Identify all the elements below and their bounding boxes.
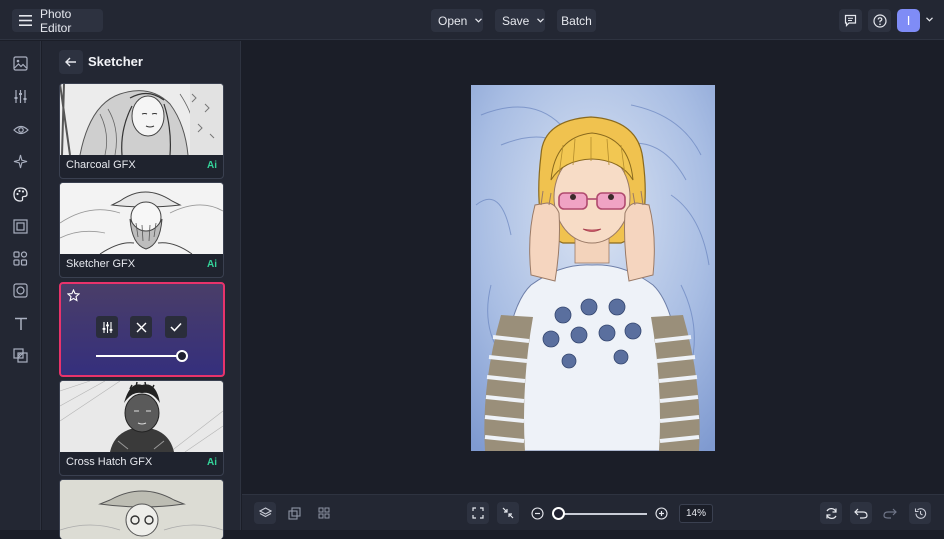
help-button[interactable] [868, 9, 891, 32]
undo-icon [854, 508, 868, 519]
panel-title: Sketcher [88, 54, 143, 69]
rail-item-adjustments[interactable] [12, 88, 29, 105]
actual-size-button[interactable] [497, 502, 519, 524]
expand-icon [472, 507, 484, 519]
rail-item-artsy[interactable] [12, 186, 29, 203]
apply-effect-button[interactable] [165, 316, 187, 338]
rail-item-borders[interactable] [12, 282, 29, 299]
effect-card-charcoal[interactable]: Charcoal GFX Ai [59, 83, 224, 179]
rail-item-textures[interactable] [12, 347, 29, 364]
rail-item-frames[interactable] [12, 218, 29, 235]
graphics-icon [13, 251, 28, 266]
rail-item-text[interactable] [12, 315, 29, 332]
open-button[interactable]: Open [431, 9, 483, 32]
help-icon [872, 13, 887, 28]
refresh-icon [825, 507, 837, 519]
effect-card-sketcher[interactable]: Sketcher GFX Ai [59, 182, 224, 278]
effect-thumbnail [60, 381, 223, 452]
effect-label: Sketcher GFX [66, 258, 136, 270]
save-label: Save [502, 13, 530, 28]
save-button[interactable]: Save [495, 9, 545, 32]
undo-button[interactable] [850, 502, 872, 524]
open-label: Open [438, 13, 468, 28]
redo-icon [883, 508, 897, 519]
history-icon [914, 507, 926, 519]
artsy-palette-icon [13, 187, 28, 202]
zoom-out-icon [530, 506, 544, 520]
shrink-icon [502, 507, 514, 519]
rail-item-effects[interactable] [12, 153, 29, 170]
back-button[interactable] [59, 50, 83, 74]
intensity-slider-handle[interactable] [176, 350, 188, 362]
tool-rail [0, 41, 41, 530]
chevron-down-icon [475, 18, 483, 23]
zoom-slider-handle[interactable] [552, 507, 565, 520]
ai-badge: Ai [207, 259, 217, 270]
zoom-in-icon [654, 506, 668, 520]
star-icon[interactable] [67, 289, 80, 302]
top-bar: Photo Editor Open Save Batch I [0, 0, 944, 40]
cancel-effect-button[interactable] [130, 316, 152, 338]
rail-item-graphics[interactable] [12, 250, 29, 267]
effect-thumbnail [60, 480, 223, 539]
frame-icon [13, 219, 28, 234]
eye-icon [12, 125, 29, 134]
layers-button[interactable] [254, 502, 276, 524]
batch-label: Batch [561, 13, 592, 28]
grid-view-button[interactable] [313, 502, 335, 524]
grid-icon [318, 507, 330, 519]
ai-badge: Ai [207, 160, 217, 171]
zoom-in-button[interactable] [650, 502, 672, 524]
border-icon [13, 283, 28, 298]
fit-screen-button[interactable] [467, 502, 489, 524]
layers-icon [258, 507, 272, 518]
rail-item-image[interactable] [12, 55, 29, 72]
ai-badge: Ai [207, 457, 217, 468]
history-button[interactable] [909, 502, 931, 524]
avatar[interactable]: I [897, 9, 920, 32]
adjustments-icon [102, 321, 112, 333]
zoom-out-button[interactable] [526, 502, 548, 524]
effect-settings-button[interactable] [96, 316, 118, 338]
effect-label: Charcoal GFX [66, 159, 136, 171]
effect-thumbnail [60, 84, 223, 155]
chevron-down-icon [537, 18, 545, 23]
text-icon [14, 317, 27, 330]
comment-icon [844, 14, 857, 27]
bottom-toolbar: 14% [242, 494, 944, 530]
zoom-slider-track[interactable] [558, 513, 647, 515]
close-icon [136, 322, 146, 332]
texture-icon [13, 348, 28, 363]
effect-label: Cross Hatch GFX [66, 456, 153, 468]
intensity-slider-track[interactable] [96, 355, 180, 357]
reload-button[interactable] [820, 502, 842, 524]
arrow-left-icon [65, 57, 76, 67]
active-effect-card[interactable] [59, 282, 225, 377]
adjustments-icon [14, 90, 27, 103]
canvas-image[interactable] [471, 85, 715, 451]
app-menu-button[interactable]: Photo Editor [12, 6, 103, 35]
redo-button[interactable] [879, 502, 901, 524]
menu-icon [19, 15, 32, 26]
zoom-percentage[interactable]: 14% [679, 504, 713, 523]
rail-item-view[interactable] [12, 121, 29, 138]
effect-thumbnail [60, 183, 223, 254]
effect-card-cross-hatch[interactable]: Cross Hatch GFX Ai [59, 380, 224, 476]
batch-button[interactable]: Batch [557, 9, 596, 32]
comments-button[interactable] [839, 9, 862, 32]
chevron-down-icon[interactable] [926, 17, 933, 22]
effect-card-partial[interactable] [59, 479, 224, 539]
image-icon [13, 56, 28, 71]
compare-icon [287, 506, 301, 520]
compare-button[interactable] [283, 502, 305, 524]
check-icon [170, 322, 182, 332]
app-title: Photo Editor [40, 6, 72, 35]
sparkle-effects-icon [13, 154, 28, 169]
